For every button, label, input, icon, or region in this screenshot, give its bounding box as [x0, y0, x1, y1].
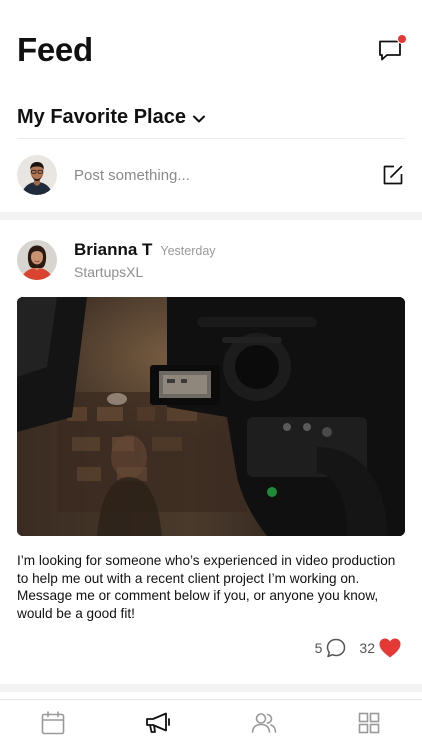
- grid-icon: [358, 712, 380, 734]
- author-name[interactable]: Brianna T: [74, 240, 152, 260]
- post-image[interactable]: [17, 297, 405, 536]
- post-composer[interactable]: Post something...: [17, 155, 405, 195]
- tab-people[interactable]: [211, 700, 317, 750]
- post-input[interactable]: Post something...: [74, 167, 381, 184]
- like-count: 32: [359, 640, 375, 656]
- section-separator: [0, 212, 422, 220]
- chevron-down-icon: [192, 115, 205, 122]
- post-timestamp: Yesterday: [160, 244, 216, 258]
- group-selector[interactable]: My Favorite Place: [17, 102, 405, 132]
- author-organization[interactable]: StartupsXL: [74, 264, 216, 280]
- post-header: Brianna T Yesterday StartupsXL: [17, 240, 405, 284]
- tab-calendar[interactable]: [0, 700, 106, 750]
- post-stats: 5 32: [315, 636, 402, 660]
- comment-icon[interactable]: [325, 637, 347, 659]
- section-separator: [0, 684, 422, 692]
- tab-more[interactable]: [317, 700, 422, 750]
- calendar-icon: [41, 711, 65, 735]
- header: Feed: [17, 28, 407, 72]
- tab-bar: [0, 699, 422, 750]
- post-body: I’m looking for someone who’s experience…: [17, 553, 396, 621]
- user-avatar: [17, 155, 57, 195]
- heart-icon[interactable]: [378, 637, 402, 659]
- author-avatar[interactable]: [17, 240, 57, 280]
- compose-icon[interactable]: [381, 163, 405, 187]
- group-name: My Favorite Place: [17, 105, 186, 128]
- divider: [17, 138, 405, 139]
- page-title: Feed: [17, 31, 93, 68]
- tab-feed[interactable]: [106, 700, 212, 750]
- people-icon: [251, 713, 277, 733]
- notification-dot: [397, 34, 407, 44]
- messages-button[interactable]: [377, 34, 407, 63]
- comment-count: 5: [314, 640, 323, 656]
- megaphone-icon: [146, 712, 171, 733]
